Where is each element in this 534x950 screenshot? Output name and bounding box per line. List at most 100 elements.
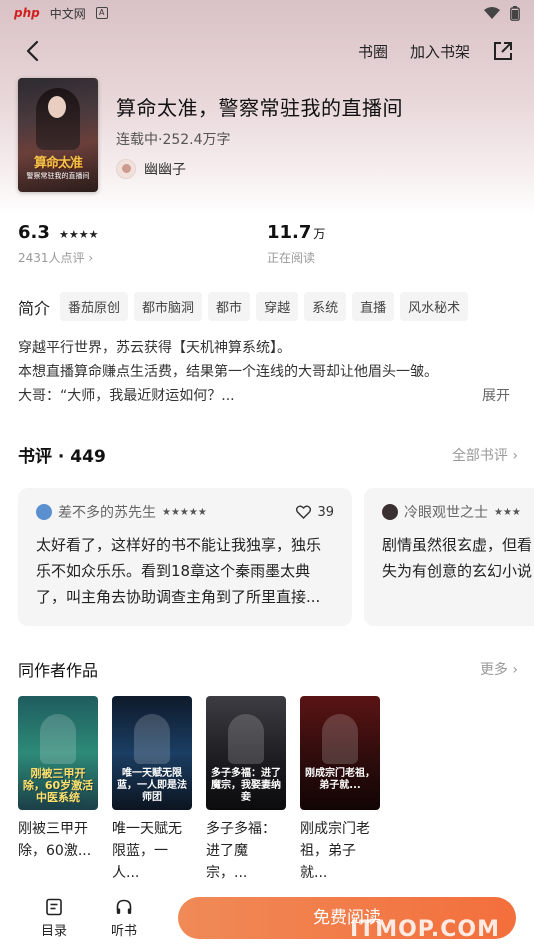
works-list: 刚被三甲开除，60岁激活中医系统 刚被三甲开 除，60激... 唯一天赋无限蓝，…: [18, 696, 380, 884]
works-header: 同作者作品 更多 ›: [18, 657, 518, 681]
tag[interactable]: 都市: [208, 292, 251, 321]
work-title-line: 刚成宗门老: [300, 821, 370, 837]
bottom-action-bar: 目录 听书 免费阅读 ITMOP.COM: [0, 890, 534, 950]
work-cover: 多子多福：进了魔宗，我娶妻纳妾: [206, 696, 286, 810]
tag[interactable]: 系统: [304, 292, 347, 321]
review-card[interactable]: 差不多的苏先生 ★★★★★ 39 太好看了，这样好的书不能让我独享，独乐 乐不如…: [18, 488, 352, 626]
work-item[interactable]: 多子多福：进了魔宗，我娶妻纳妾 多子多福： 进了魔宗，...: [206, 696, 286, 884]
rating-value: 6.3: [18, 222, 50, 243]
reviewer-avatar: [382, 504, 398, 520]
review-stars: ★★★★★: [162, 506, 207, 518]
rating-stat[interactable]: 6.3 ★★★★ 2431人点评 ›: [18, 222, 98, 266]
site-label: 中文网: [49, 6, 86, 21]
rating-stars: ★★★★: [58, 228, 99, 241]
reads-value: 11.7: [267, 222, 312, 243]
cover-text: 刚被三甲开除，60岁激活中医系统: [22, 767, 94, 804]
heart-icon: [296, 505, 312, 519]
work-title-line: 限蓝，一人...: [112, 843, 168, 881]
intro-tags-row: 简介 番茄原创 都市脑洞 都市 穿越 系统 直播 风水秘术: [18, 292, 474, 321]
like-count: 39: [317, 504, 334, 520]
free-read-button[interactable]: 免费阅读 ITMOP.COM: [178, 897, 516, 942]
work-title-line: 刚被三甲开: [18, 821, 88, 837]
php-logo: php: [14, 6, 40, 20]
reads-label: 正在阅读: [267, 251, 316, 265]
add-to-shelf-button[interactable]: 加入书架: [410, 41, 470, 62]
cover-figure: [228, 714, 264, 764]
cover-text: 刚成宗门老祖，弟子就...: [305, 768, 375, 791]
tag[interactable]: 风水秘术: [400, 292, 469, 321]
reviews-carousel[interactable]: 差不多的苏先生 ★★★★★ 39 太好看了，这样好的书不能让我独享，独乐 乐不如…: [18, 488, 534, 628]
battery-icon: [510, 5, 520, 21]
reviews-header: 书评 · 449 全部书评 ›: [18, 442, 518, 467]
toc-label: 目录: [40, 924, 67, 939]
work-title-line: 祖，弟子就...: [300, 843, 356, 881]
book-meta: 连载中·252.4万字: [116, 132, 231, 148]
review-card[interactable]: 冷眼观世之士 ★★★ 剧情虽然很玄虚，但看 失为有创意的玄幻小说: [364, 488, 534, 626]
cover-title: 算命太准: [33, 156, 83, 171]
cover-text: 多子多福：进了魔宗，我娶妻纳妾: [211, 768, 281, 803]
work-cover: 刚被三甲开除，60岁激活中医系统: [18, 696, 98, 810]
work-title-line: 唯一天赋无: [112, 821, 182, 837]
top-navigation: 书圈 加入书架: [0, 36, 534, 66]
table-of-contents-icon: [46, 898, 62, 916]
rating-count: 2431人点评 ›: [18, 251, 94, 265]
cover-figure: [40, 714, 76, 764]
review-line: 剧情虽然很玄虚，但看: [382, 536, 533, 554]
tag[interactable]: 番茄原创: [60, 292, 129, 321]
toc-button[interactable]: 目录: [34, 898, 74, 939]
book-circle-link[interactable]: 书圈: [358, 41, 388, 62]
synopsis-line: 穿越平行世界，苏云获得【天机神算系统】。: [18, 340, 291, 356]
review-line: 失为有创意的玄幻小说: [382, 562, 533, 580]
book-cover[interactable]: 算命太准 警察常驻我的直播间: [18, 78, 98, 192]
work-item[interactable]: 刚被三甲开除，60岁激活中医系统 刚被三甲开 除，60激...: [18, 696, 98, 884]
status-bar: php 中文网 A: [0, 0, 534, 26]
synopsis-line: 大哥：“大师，我最近财运如何？...: [18, 388, 235, 404]
review-stars: ★★★: [494, 506, 521, 518]
all-reviews-link[interactable]: 全部书评 ›: [452, 445, 518, 465]
like-button[interactable]: 39: [296, 505, 334, 520]
review-line: 了，叫主角去协助调查主角到了所里直接...: [36, 588, 321, 606]
reads-stat: 11.7 万 正在阅读: [267, 222, 325, 266]
expand-button[interactable]: 展开: [482, 384, 510, 408]
reviewer-name: 差不多的苏先生: [58, 505, 156, 521]
listen-button[interactable]: 听书: [104, 898, 144, 939]
back-arrow-icon[interactable]: [22, 39, 46, 63]
cover-figure: [322, 714, 358, 764]
cover-face: [48, 96, 66, 118]
reviews-title: 书评 · 449: [18, 447, 106, 467]
cover-subtitle: 警察常驻我的直播间: [26, 172, 90, 180]
watermark-text: ITMOP.COM: [350, 917, 500, 942]
tag[interactable]: 直播: [352, 292, 395, 321]
reviewer-avatar: [36, 504, 52, 520]
intro-label: 简介: [18, 298, 51, 318]
review-line: 太好看了，这样好的书不能让我独享，独乐: [36, 536, 322, 554]
book-title: 算命太准，警察常驻我的直播间: [116, 96, 403, 120]
a-badge-icon: A: [95, 7, 108, 19]
synopsis-line: 本想直播算命赚点生活费，结果第一个连线的大哥却让他眉头一皱。: [18, 364, 438, 380]
author-avatar: [116, 159, 136, 179]
share-icon[interactable]: [492, 40, 514, 62]
author-row[interactable]: 幽幽子: [116, 159, 403, 179]
work-cover: 刚成宗门老祖，弟子就...: [300, 696, 380, 810]
work-title-line: 多子多福：: [206, 821, 276, 837]
reads-unit: 万: [313, 227, 326, 241]
book-header: 算命太准 警察常驻我的直播间 算命太准，警察常驻我的直播间 连载中·252.4万…: [18, 78, 403, 192]
listen-label: 听书: [110, 924, 137, 939]
book-info: 算命太准，警察常驻我的直播间 连载中·252.4万字 幽幽子: [116, 78, 403, 192]
work-cover: 唯一天赋无限蓝，一人即是法师团: [112, 696, 192, 810]
wifi-icon: [484, 6, 500, 19]
work-item[interactable]: 刚成宗门老祖，弟子就... 刚成宗门老 祖，弟子就...: [300, 696, 380, 884]
synopsis: 穿越平行世界，苏云获得【天机神算系统】。 本想直播算命赚点生活费，结果第一个连线…: [18, 336, 518, 408]
tag[interactable]: 穿越: [256, 292, 299, 321]
work-item[interactable]: 唯一天赋无限蓝，一人即是法师团 唯一天赋无 限蓝，一人...: [112, 696, 192, 884]
tag[interactable]: 都市脑洞: [134, 292, 203, 321]
review-line: 乐不如众乐乐。看到18章这个秦雨墨太典: [36, 562, 311, 580]
reviewer-name: 冷眼观世之士: [404, 505, 488, 521]
works-title: 同作者作品: [18, 661, 99, 680]
cover-figure: [134, 714, 170, 764]
author-name: 幽幽子: [144, 162, 186, 178]
work-title-line: 除，60激...: [18, 843, 92, 859]
cover-text: 唯一天赋无限蓝，一人即是法师团: [117, 768, 187, 803]
more-works-link[interactable]: 更多 ›: [480, 659, 518, 679]
work-title-line: 进了魔宗，...: [206, 843, 248, 881]
